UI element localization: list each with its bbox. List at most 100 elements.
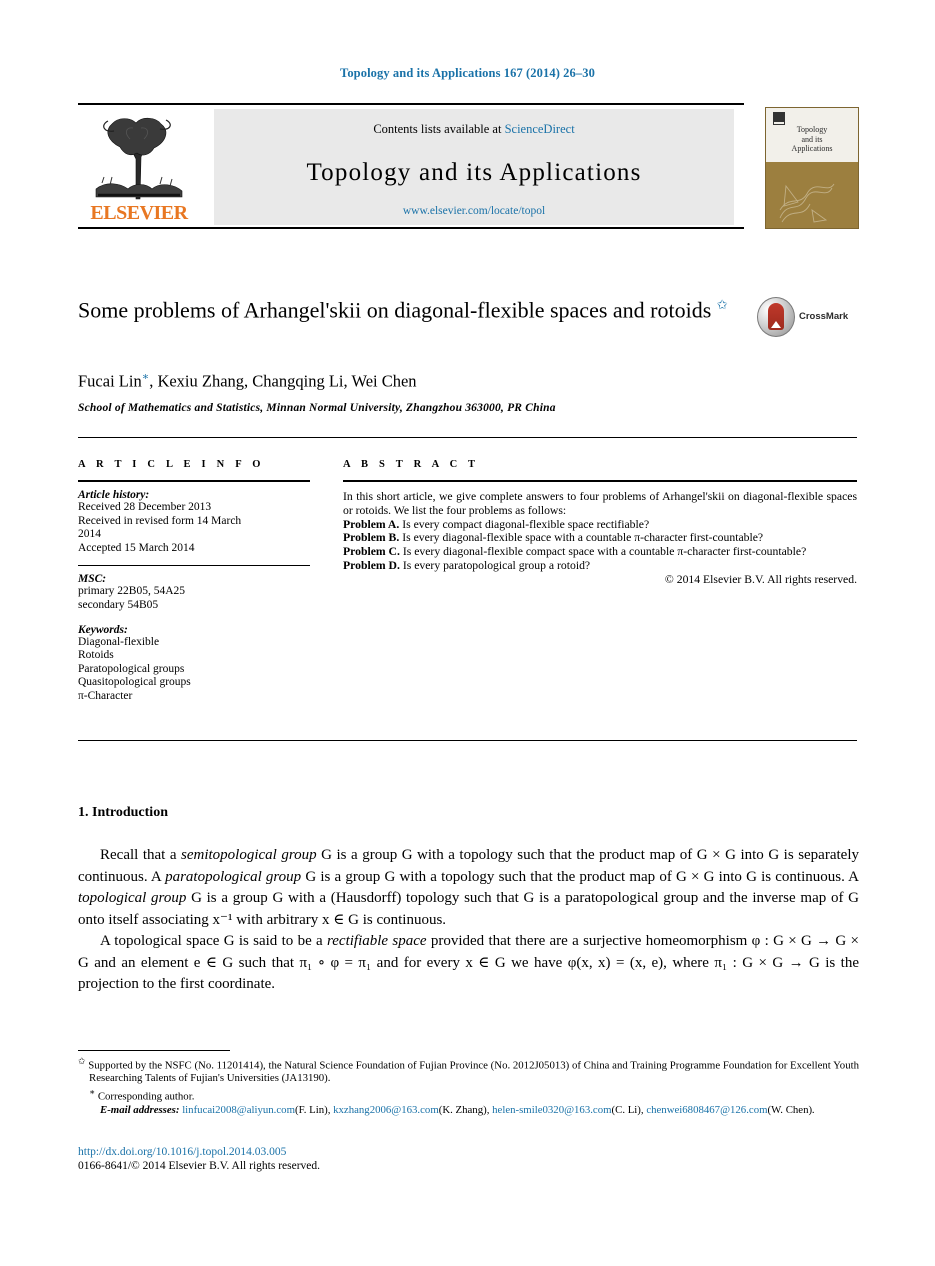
history-line: Accepted 15 March 2014 (78, 541, 195, 554)
title-block: Some problems of Arhangel'skii on diagon… (78, 290, 778, 325)
body-text: Recall that a semitopological group G is… (78, 845, 859, 996)
elsevier-tree-icon (95, 117, 183, 200)
cover-journal-title: Topology and its Applications (766, 125, 858, 154)
running-head: Topology and its Applications 167 (2014)… (340, 66, 595, 80)
elsevier-wordmark: ELSEVIER (90, 202, 188, 224)
cover-elsevier-mini-icon (773, 112, 785, 125)
article-info-heading: A R T I C L E I N F O (78, 459, 265, 470)
problem-label: Problem A. (343, 517, 400, 531)
cover-title-line1: Topology (796, 125, 828, 134)
doi-link[interactable]: http://dx.doi.org/10.1016/j.topol.2014.0… (78, 1145, 678, 1159)
email-person: (C. Li) (611, 1103, 641, 1116)
abstract-copyright: © 2014 Elsevier B.V. All rights reserved… (664, 572, 857, 586)
section-heading-introduction: 1. Introduction (78, 805, 168, 820)
footnote-funding: ✩ Supported by the NSFC (No. 11201414), … (78, 1055, 859, 1085)
funding-footnote-marker: ✩ (78, 1056, 86, 1066)
problem-text: Is every diagonal-flexible space with a … (402, 531, 764, 545)
abstract-rule (343, 480, 857, 482)
keyword-item: Quasitopological groups (78, 676, 191, 689)
issn-copyright-line: 0166-8641/© 2014 Elsevier B.V. All right… (78, 1160, 321, 1172)
abstract-problem: Problem D. Is every paratopological grou… (343, 559, 857, 573)
journal-masthead: ELSEVIER Contents lists available at Sci… (78, 103, 859, 229)
msc-label: MSC: (78, 573, 107, 586)
abstract-problem: Problem A. Is every compact diagonal-fle… (343, 518, 857, 532)
problem-label: Problem B. (343, 531, 400, 545)
funding-text: Supported by the NSFC (No. 11201414), th… (88, 1059, 860, 1085)
masthead-bottom-rule (78, 227, 744, 229)
elsevier-logo: ELSEVIER (84, 109, 194, 225)
p2-term-rectifiable: rectifiable space (326, 933, 427, 949)
p1-term-topological: topological group (78, 890, 187, 906)
doi-block: http://dx.doi.org/10.1016/j.topol.2014.0… (78, 1145, 678, 1173)
keyword-item: π-Character (78, 689, 133, 702)
page-title: Some problems of Arhangel'skii on diagon… (78, 290, 778, 325)
keywords-label: Keywords: (78, 623, 128, 636)
footnote-corresponding: ∗ Corresponding author. (78, 1086, 859, 1103)
p2-part-a: A topological space G is said to be a (100, 933, 327, 949)
abstract-column: A B S T R A C T In this short article, w… (343, 459, 857, 587)
masthead-top-rule (78, 103, 744, 105)
body-paragraph-2: A topological space G is said to be a re… (78, 931, 859, 996)
p1-term-paratopological: paratopological group (165, 868, 302, 885)
email-addresses-label: E-mail addresses: (100, 1103, 180, 1116)
crossmark-logo-icon (757, 297, 795, 337)
email-person: (W. Chen) (767, 1103, 813, 1116)
abstract-problem: Problem C. Is every diagonal-flexible co… (343, 545, 857, 559)
problem-text: Is every compact diagonal-flexible space… (402, 517, 650, 531)
journal-title: Topology and its Applications (306, 159, 642, 186)
problem-text: Is every diagonal-flexible compact space… (402, 545, 807, 559)
contents-prefix-text: Contents lists available at (373, 122, 505, 136)
corresponding-footnote-marker: ∗ (89, 1086, 96, 1097)
abstract-problem: Problem B. Is every diagonal-flexible sp… (343, 531, 857, 545)
sciencedirect-link[interactable]: ScienceDirect (505, 122, 575, 136)
problem-text: Is every paratopological group a rotoid? (402, 558, 591, 572)
p1-term-semitopological: semitopological group (181, 847, 317, 863)
footnotes-block: ✩ Supported by the NSFC (No. 11201414), … (78, 1055, 859, 1118)
email-person: (F. Lin) (294, 1103, 328, 1116)
p1-part-a: Recall that a (100, 847, 182, 863)
email-person: (K. Zhang) (438, 1103, 487, 1116)
abstract-body: In this short article, we give complete … (343, 490, 857, 587)
affiliation: School of Mathematics and Statistics, Mi… (78, 402, 556, 414)
history-line: Received in revised form 14 March (78, 514, 242, 527)
contents-available-line: Contents lists available at ScienceDirec… (214, 122, 734, 137)
journal-homepage-link[interactable]: www.elsevier.com/locate/topol (214, 205, 734, 217)
keyword-item: Paratopological groups (78, 662, 185, 675)
p1-part-g: G is a group G with a (Hausdorff) topolo… (78, 890, 860, 928)
email-link[interactable]: helen-smile0320@163.com (492, 1104, 611, 1116)
info-section-top-rule (78, 437, 857, 438)
paper-title-text: Some problems of Arhangel'skii on diagon… (78, 297, 712, 323)
journal-article-page: Topology and its Applications 167 (2014)… (0, 0, 935, 1266)
msc-line: secondary 54B05 (78, 598, 159, 611)
body-paragraph-1: Recall that a semitopological group G is… (78, 845, 859, 931)
email-link[interactable]: kxzhang2006@163.com (333, 1104, 439, 1116)
corresponding-text: Corresponding author. (97, 1090, 195, 1103)
cover-artwork (779, 183, 835, 223)
problem-label: Problem D. (343, 558, 400, 572)
cover-title-line3: Applications (791, 144, 833, 153)
info-section-bottom-rule (78, 740, 857, 741)
author-first: Fucai Lin (78, 371, 142, 391)
footnote-separator-rule (78, 1050, 230, 1051)
journal-cover-thumbnail: Topology and its Applications (765, 107, 859, 229)
crossmark-badge[interactable]: CrossMark (757, 297, 861, 337)
article-info-rule (78, 480, 310, 482)
crossmark-arrow-icon (771, 321, 781, 328)
email-link[interactable]: chenwei6808467@126.com (646, 1104, 767, 1116)
problem-label: Problem C. (343, 545, 400, 559)
keyword-item: Diagonal-flexible (78, 635, 160, 648)
abstract-heading: A B S T R A C T (343, 459, 480, 470)
cover-title-line2: and its (801, 134, 823, 144)
msc-divider-rule (78, 565, 310, 567)
article-history-label: Article history: (78, 489, 150, 501)
msc-line: primary 22B05, 54A25 (78, 585, 186, 598)
keyword-item: Rotoids (78, 649, 114, 662)
history-line: Received 28 December 2013 (78, 501, 212, 513)
title-footnote-marker[interactable]: ✩ (717, 297, 728, 312)
contents-panel: Contents lists available at ScienceDirec… (214, 109, 734, 225)
authors-remaining: , Kexiu Zhang, Changqing Li, Wei Chen (149, 371, 417, 391)
history-line: 2014 (78, 528, 101, 541)
abstract-intro: In this short article, we give complete … (343, 490, 857, 517)
email-link[interactable]: linfucai2008@aliyun.com (182, 1104, 295, 1116)
